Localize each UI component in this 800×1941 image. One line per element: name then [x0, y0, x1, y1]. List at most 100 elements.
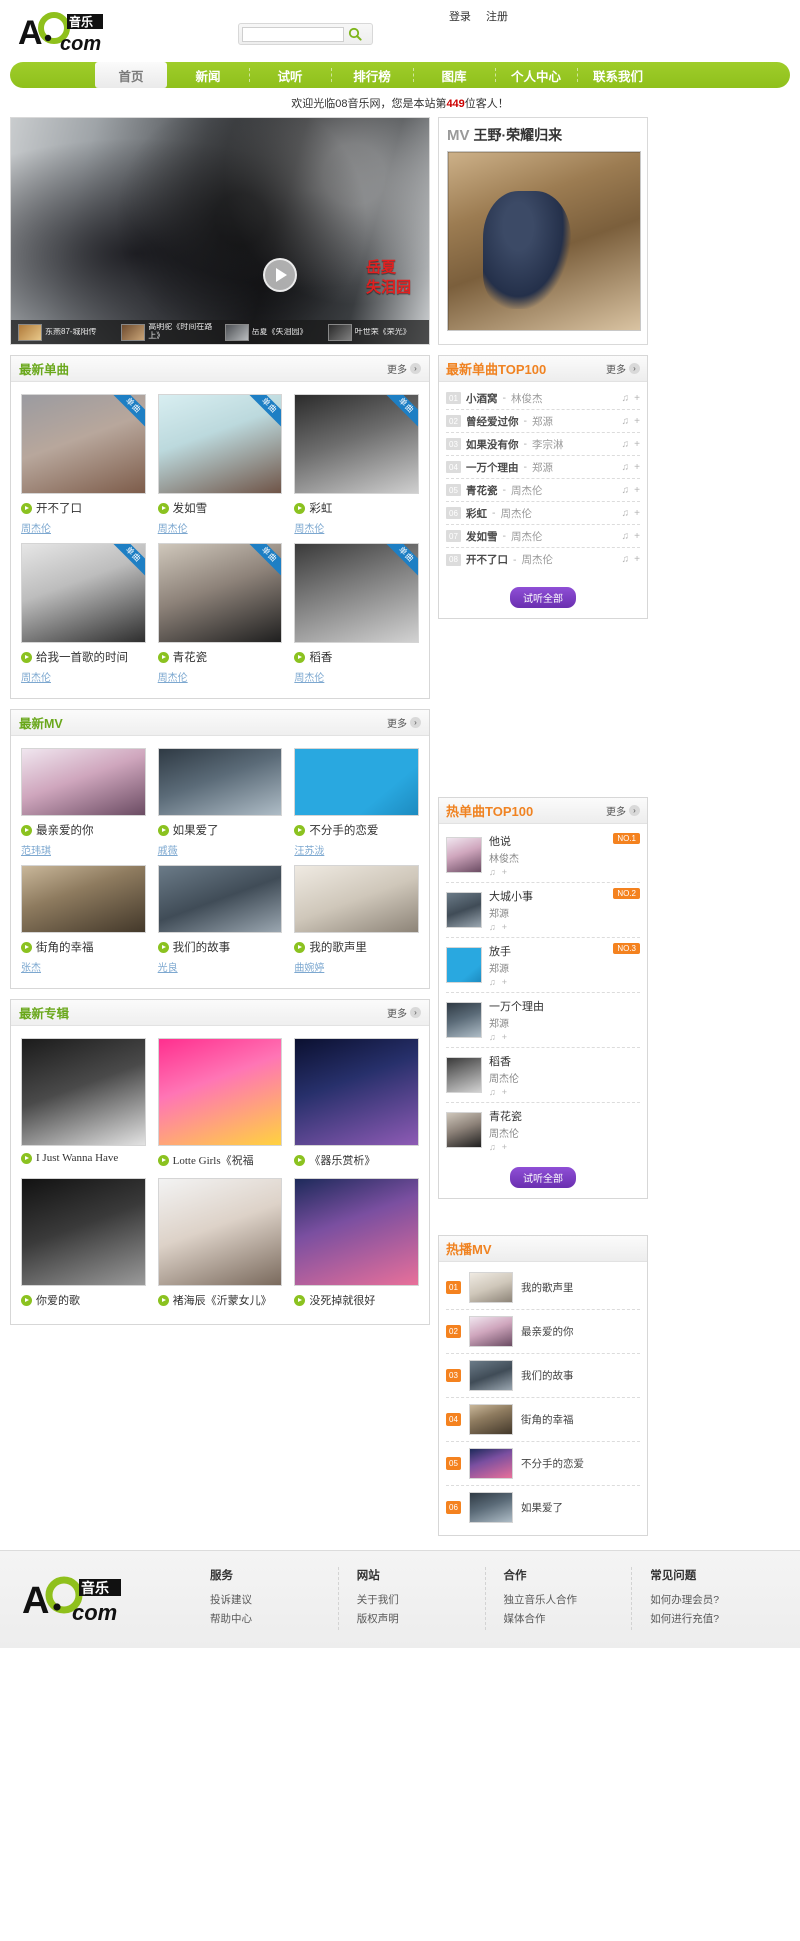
- rank-row[interactable]: 08 开不了口 - 周杰伦 ♫ +: [446, 548, 640, 571]
- mv-link[interactable]: 我的歌声里: [294, 939, 419, 955]
- album-card[interactable]: I Just Wanna Have: [21, 1038, 146, 1168]
- headphone-icon[interactable]: ♫: [622, 416, 630, 427]
- headphone-icon[interactable]: ♫: [489, 1142, 496, 1152]
- hero-banner[interactable]: 岳夏 失泪园 东燕87-城阳传 高明驼《时间在路上》 岳夏《失泪园》 叶世荣《荣…: [10, 117, 430, 345]
- hero-thumb-item[interactable]: 东燕87-城阳传: [15, 322, 115, 342]
- hot-song-title[interactable]: 稻香: [489, 1053, 640, 1069]
- song-link[interactable]: 稻香: [294, 649, 419, 665]
- latest-singles-more-link[interactable]: 更多 ›: [387, 361, 421, 376]
- mv-thumbnail[interactable]: [294, 865, 419, 933]
- song-card[interactable]: 单曲 给我一首歌的时间 周杰伦: [21, 543, 146, 684]
- song-card[interactable]: 单曲 青花瓷 周杰伦: [157, 543, 283, 684]
- plus-icon[interactable]: +: [634, 439, 640, 450]
- album-link[interactable]: 你爱的歌: [21, 1292, 146, 1308]
- rank-artist[interactable]: 郑源: [532, 460, 553, 475]
- album-link[interactable]: 《器乐赏析》: [294, 1152, 419, 1168]
- rank-song-title[interactable]: 小酒窝: [466, 391, 498, 406]
- song-thumbnail[interactable]: 单曲: [157, 394, 283, 494]
- album-card[interactable]: 褚海辰《沂蒙女儿》: [157, 1178, 283, 1308]
- album-link[interactable]: 没死掉就很好: [294, 1292, 419, 1308]
- song-artist-link[interactable]: 周杰伦: [294, 669, 419, 684]
- plus-icon[interactable]: +: [502, 1142, 507, 1152]
- top100-new-more-link[interactable]: 更多 ›: [606, 361, 640, 376]
- song-artist-link[interactable]: 周杰伦: [21, 669, 146, 684]
- song-link[interactable]: 给我一首歌的时间: [21, 649, 146, 665]
- rank-artist[interactable]: 周杰伦: [522, 552, 554, 567]
- rank-artist[interactable]: 李宗淋: [532, 437, 564, 452]
- headphone-icon[interactable]: ♫: [622, 485, 630, 496]
- footer-link[interactable]: 如何办理会员?: [650, 1591, 778, 1610]
- album-card[interactable]: 《器乐赏析》: [294, 1038, 419, 1168]
- headphone-icon[interactable]: ♫: [489, 1087, 496, 1097]
- album-thumbnail[interactable]: [157, 1038, 283, 1146]
- mv-thumbnail[interactable]: [294, 748, 419, 816]
- album-card[interactable]: Lotte Girls《祝福: [157, 1038, 283, 1168]
- mv-thumbnail[interactable]: [157, 865, 283, 933]
- rank-row[interactable]: 07 发如雪 - 周杰伦 ♫ +: [446, 525, 640, 548]
- plus-icon[interactable]: +: [634, 508, 640, 519]
- rank-row[interactable]: 02 曾经爱过你 - 郑源 ♫ +: [446, 410, 640, 433]
- footer-logo[interactable]: A 音乐 com: [22, 1567, 192, 1626]
- song-thumbnail[interactable]: 单曲: [294, 394, 419, 494]
- rank-song-title[interactable]: 发如雪: [466, 529, 498, 544]
- latest-album-more-link[interactable]: 更多 ›: [387, 1005, 421, 1020]
- hot-mv-cover[interactable]: [469, 1448, 513, 1479]
- hot-mv-cover[interactable]: [469, 1316, 513, 1347]
- plus-icon[interactable]: +: [502, 1032, 507, 1042]
- mv-artist-link[interactable]: 曲婉婷: [294, 959, 419, 974]
- hot-mv-cover[interactable]: [469, 1272, 513, 1303]
- song-thumbnail[interactable]: 单曲: [157, 543, 283, 643]
- album-thumbnail[interactable]: [294, 1038, 419, 1146]
- mv-artist-link[interactable]: 戚薇: [158, 842, 283, 857]
- mv-link[interactable]: 不分手的恋爱: [294, 822, 419, 838]
- login-link[interactable]: 登录: [449, 11, 471, 23]
- rank-artist[interactable]: 周杰伦: [511, 529, 543, 544]
- mv-artist-link[interactable]: 光良: [158, 959, 283, 974]
- rank-row[interactable]: 04 一万个理由 - 郑源 ♫ +: [446, 456, 640, 479]
- plus-icon[interactable]: +: [634, 531, 640, 542]
- search-input[interactable]: [242, 26, 344, 42]
- rank-song-title[interactable]: 曾经爱过你: [466, 414, 519, 429]
- headphone-icon[interactable]: ♫: [489, 977, 496, 987]
- headphone-icon[interactable]: ♫: [622, 508, 630, 519]
- song-thumbnail[interactable]: 单曲: [21, 394, 146, 494]
- mv-card[interactable]: 街角的幸福 张杰: [21, 865, 146, 974]
- hot-mv-row[interactable]: 06 如果爱了: [446, 1486, 640, 1529]
- hero-thumb-item[interactable]: 叶世荣《荣光》: [325, 322, 425, 342]
- album-link[interactable]: I Just Wanna Have: [21, 1152, 146, 1164]
- hot-mv-row[interactable]: 02 最亲爱的你: [446, 1310, 640, 1354]
- song-card[interactable]: 单曲 稻香 周杰伦: [294, 543, 419, 684]
- hot-row[interactable]: 放手 郑源 ♫ + NO.3: [446, 938, 640, 993]
- rank-row[interactable]: 01 小酒窝 - 林俊杰 ♫ +: [446, 387, 640, 410]
- song-artist-link[interactable]: 周杰伦: [21, 520, 146, 535]
- mv-card[interactable]: 我们的故事 光良: [157, 865, 283, 974]
- top100-hot-more-link[interactable]: 更多 ›: [606, 803, 640, 818]
- plus-icon[interactable]: +: [634, 416, 640, 427]
- mv-artist-link[interactable]: 范玮琪: [21, 842, 146, 857]
- plus-icon[interactable]: +: [634, 393, 640, 404]
- song-card[interactable]: 单曲 开不了口 周杰伦: [21, 394, 146, 535]
- listen-all-button[interactable]: 试听全部: [510, 587, 576, 608]
- hot-mv-name[interactable]: 街角的幸福: [521, 1412, 574, 1427]
- song-artist-link[interactable]: 周杰伦: [158, 520, 283, 535]
- rank-row[interactable]: 03 如果没有你 - 李宗淋 ♫ +: [446, 433, 640, 456]
- hero-play-button[interactable]: [263, 258, 297, 292]
- footer-link[interactable]: 媒体合作: [504, 1610, 632, 1629]
- headphone-icon[interactable]: ♫: [622, 462, 630, 473]
- headphone-icon[interactable]: ♫: [622, 531, 630, 542]
- album-thumbnail[interactable]: [21, 1038, 146, 1146]
- mv-thumbnail[interactable]: [157, 748, 283, 816]
- album-thumbnail[interactable]: [21, 1178, 146, 1286]
- hot-mv-name[interactable]: 如果爱了: [521, 1500, 563, 1515]
- hot-row[interactable]: 大城小事 郑源 ♫ + NO.2: [446, 883, 640, 938]
- song-link[interactable]: 彩虹: [294, 500, 419, 516]
- headphone-icon[interactable]: ♫: [489, 922, 496, 932]
- hot-mv-cover[interactable]: [469, 1404, 513, 1435]
- hot-mv-row[interactable]: 01 我的歌声里: [446, 1266, 640, 1310]
- nav-item-profile[interactable]: 个人中心: [495, 62, 577, 88]
- headphone-icon[interactable]: ♫: [622, 393, 630, 404]
- footer-link[interactable]: 投诉建议: [210, 1591, 338, 1610]
- plus-icon[interactable]: +: [634, 485, 640, 496]
- hot-mv-name[interactable]: 不分手的恋爱: [521, 1456, 584, 1471]
- plus-icon[interactable]: +: [502, 922, 507, 932]
